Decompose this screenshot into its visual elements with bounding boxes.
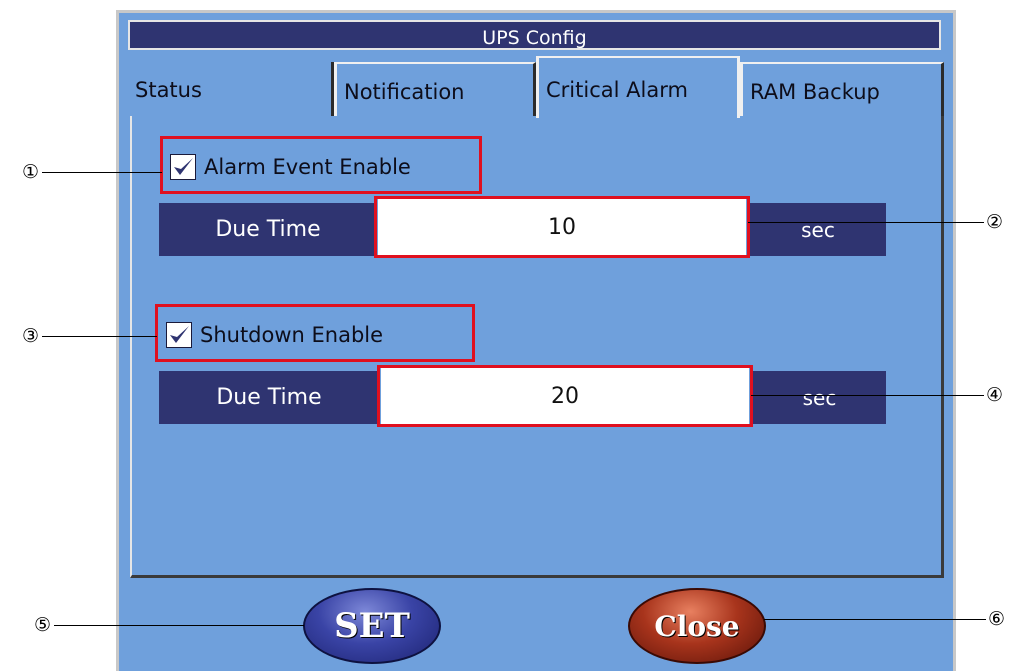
callout-highlight-4 (377, 365, 753, 427)
callout-4: ④ (986, 384, 1004, 406)
callout-highlight-1 (160, 136, 482, 194)
tab-status[interactable]: Status (128, 62, 334, 118)
shutdown-due-time-label: Due Time (159, 371, 379, 424)
callout-line-6 (764, 619, 986, 620)
alarm-due-time-unit: sec (750, 203, 886, 256)
callout-highlight-3 (155, 304, 475, 362)
callout-1: ① (22, 161, 40, 183)
callout-3: ③ (22, 325, 40, 347)
alarm-due-time-label: Due Time (159, 203, 377, 256)
close-button[interactable]: Close (628, 588, 766, 664)
callout-line-5 (54, 625, 304, 626)
tab-notification[interactable]: Notification (334, 62, 536, 118)
set-button[interactable]: SET (303, 588, 441, 664)
callout-line-3 (42, 336, 157, 337)
callout-line-2 (748, 222, 984, 223)
window-title: UPS Config (128, 20, 941, 50)
callout-line-4 (751, 395, 984, 396)
tab-critical-alarm[interactable]: Critical Alarm (536, 56, 740, 118)
callout-5: ⑤ (34, 614, 52, 636)
callout-6: ⑥ (988, 608, 1006, 630)
callout-line-1 (42, 172, 162, 173)
shutdown-due-time-unit: sec (753, 371, 886, 424)
callout-2: ② (986, 211, 1004, 233)
tab-ram-backup[interactable]: RAM Backup (740, 62, 944, 118)
callout-highlight-2 (374, 196, 750, 258)
